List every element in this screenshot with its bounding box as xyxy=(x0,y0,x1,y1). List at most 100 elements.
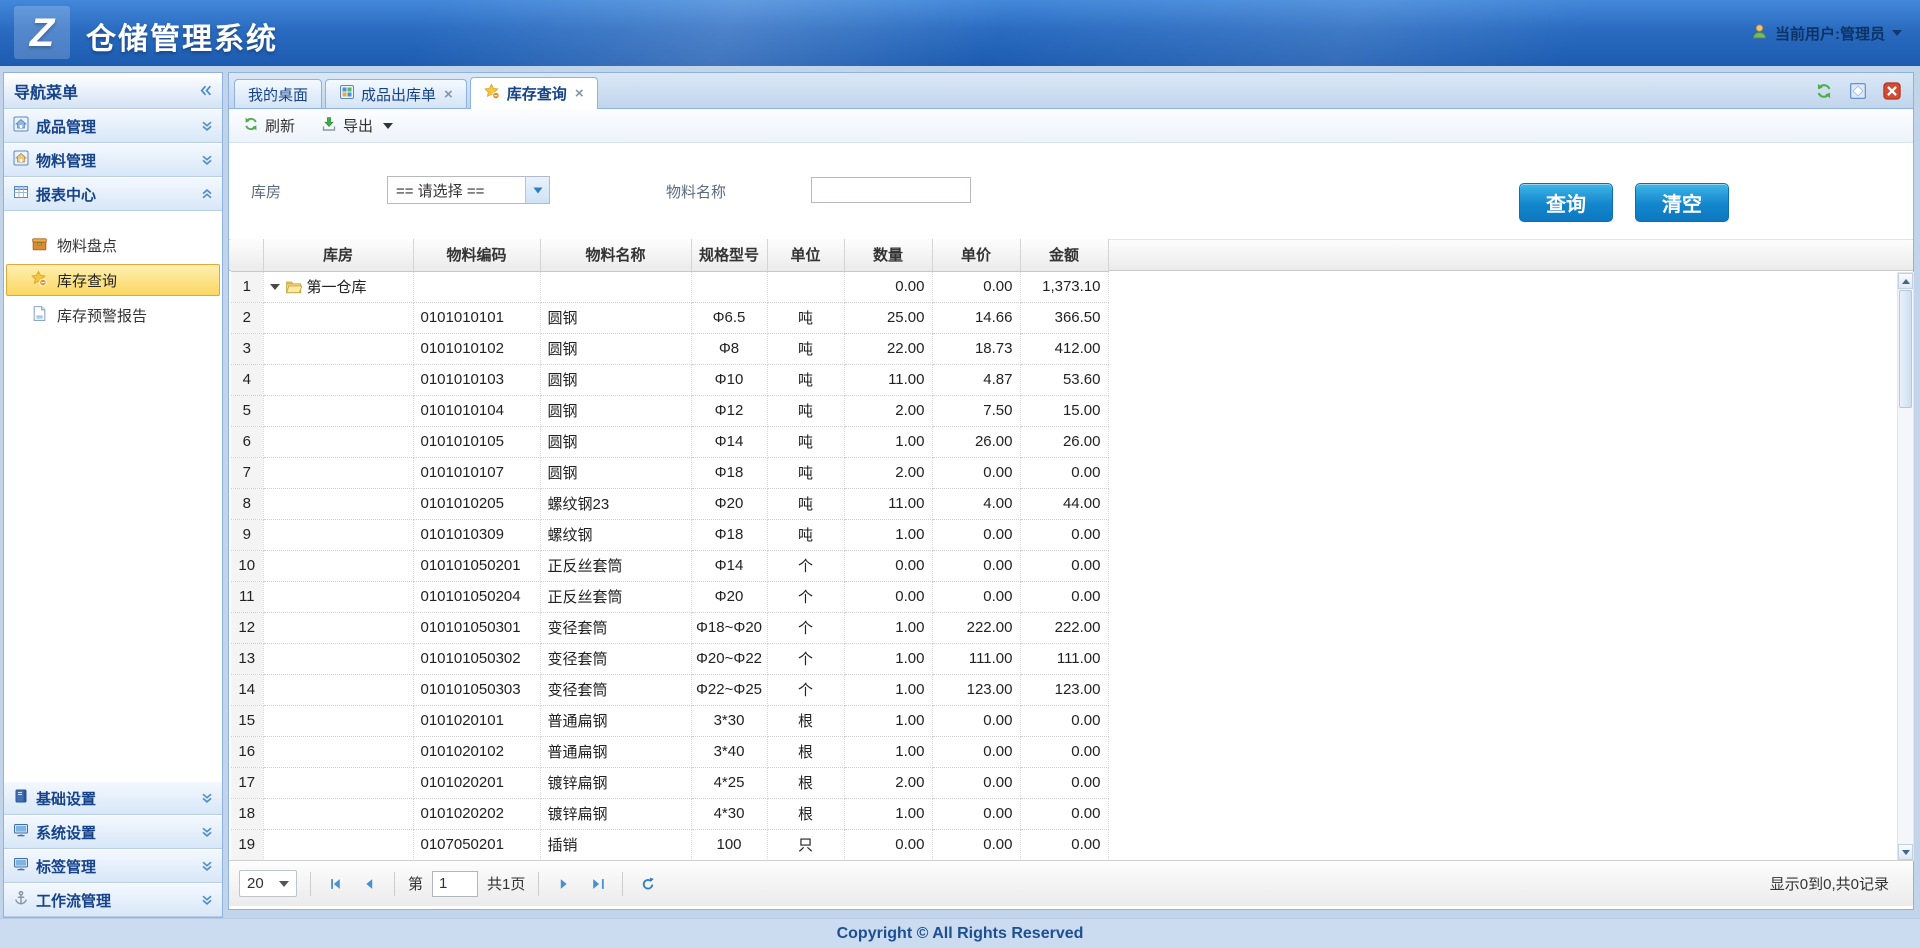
reload-page-icon[interactable] xyxy=(636,872,660,896)
col-amount[interactable]: 金额 xyxy=(1020,239,1108,271)
sidebar: 导航菜单 成品管理 物料管理 报表中心 物料盘点 库存查询 xyxy=(3,72,223,918)
sidebar-item-label: 报表中心 xyxy=(36,184,96,205)
table-header-row: 库房 物料编码 物料名称 规格型号 单位 数量 单价 金额 xyxy=(231,239,1108,271)
col-material-code[interactable]: 物料编码 xyxy=(413,239,540,271)
sidebar-item-stock-warning-report[interactable]: 库存预警报告 xyxy=(6,299,220,331)
amount-cell: 0.00 xyxy=(1020,736,1108,767)
table-row[interactable]: 12010101050301变径套筒Φ18~Φ20个1.00222.00222.… xyxy=(231,612,1108,643)
select-chevron-icon[interactable] xyxy=(525,177,549,203)
col-qty[interactable]: 数量 xyxy=(844,239,932,271)
tab-close-icon[interactable]: × xyxy=(444,86,453,103)
table-row[interactable]: 190107050201插销100只0.000.000.00 xyxy=(231,829,1108,860)
sidebar-item-report-center[interactable]: 报表中心 xyxy=(4,177,222,211)
table-row[interactable]: 170101020201镀锌扁钢4*25根2.000.000.00 xyxy=(231,767,1108,798)
table-row[interactable]: 11010101050204正反丝套筒Φ20个0.000.000.00 xyxy=(231,581,1108,612)
spec-cell: Φ14 xyxy=(691,550,767,581)
unit-cell: 吨 xyxy=(767,333,844,364)
close-icon[interactable] xyxy=(1882,81,1901,100)
sidebar-item-stock-query[interactable]: 库存查询 xyxy=(6,264,220,296)
row-number: 5 xyxy=(231,395,263,426)
scroll-up-icon[interactable] xyxy=(1898,273,1913,289)
col-spec[interactable]: 规格型号 xyxy=(691,239,767,271)
table-row[interactable]: 160101020102普通扁钢3*40根1.000.000.00 xyxy=(231,736,1108,767)
unit-cell: 吨 xyxy=(767,488,844,519)
table-row[interactable]: 40101010103圆钢Φ10吨11.004.8753.60 xyxy=(231,364,1108,395)
table-row[interactable]: 14010101050303变径套筒Φ22~Φ25个1.00123.00123.… xyxy=(231,674,1108,705)
spec-cell xyxy=(691,271,767,302)
sidebar-item-finished-goods[interactable]: 成品管理 xyxy=(4,109,222,143)
row-number: 18 xyxy=(231,798,263,829)
page-size-select[interactable]: 20 xyxy=(239,870,297,897)
table-row[interactable]: 70101010107圆钢Φ18吨2.000.000.00 xyxy=(231,457,1108,488)
table-row[interactable]: 60101010105圆钢Φ14吨1.0026.0026.00 xyxy=(231,426,1108,457)
col-price[interactable]: 单价 xyxy=(932,239,1020,271)
table-row[interactable]: 50101010104圆钢Φ12吨2.007.5015.00 xyxy=(231,395,1108,426)
sidebar-item-label-management[interactable]: 标签管理 xyxy=(4,849,222,883)
tree-expand-icon[interactable] xyxy=(270,284,280,290)
tab-my-desktop[interactable]: 我的桌面 xyxy=(234,79,322,108)
row-number: 15 xyxy=(231,705,263,736)
table-row[interactable]: 13010101050302变径套筒Φ20~Φ22个1.00111.00111.… xyxy=(231,643,1108,674)
table-row[interactable]: 80101010205螺纹钢23Φ20吨11.004.0044.00 xyxy=(231,488,1108,519)
first-page-button[interactable] xyxy=(324,872,348,896)
refresh-tab-icon[interactable] xyxy=(1814,81,1833,100)
maximize-icon[interactable] xyxy=(1848,81,1867,100)
table-row[interactable]: 10010101050201正反丝套筒Φ14个0.000.000.00 xyxy=(231,550,1108,581)
sidebar-collapse-icon[interactable] xyxy=(199,84,212,97)
sidebar-subitem-label: 库存预警报告 xyxy=(57,305,147,326)
col-rownum[interactable] xyxy=(231,239,263,271)
col-unit[interactable]: 单位 xyxy=(767,239,844,271)
table-row[interactable]: 1第一仓库0.000.001,373.10 xyxy=(231,271,1108,302)
amount-cell: 0.00 xyxy=(1020,829,1108,860)
price-cell: 26.00 xyxy=(932,426,1020,457)
row-number: 6 xyxy=(231,426,263,457)
tab-close-icon[interactable]: × xyxy=(575,85,584,102)
material-code-cell: 010101050204 xyxy=(413,581,540,612)
page-number-input[interactable] xyxy=(432,871,478,897)
table-row[interactable]: 150101020101普通扁钢3*30根1.000.000.00 xyxy=(231,705,1108,736)
refresh-button[interactable]: 刷新 xyxy=(243,115,295,136)
unit-cell: 根 xyxy=(767,767,844,798)
col-warehouse[interactable]: 库房 xyxy=(263,239,413,271)
export-button[interactable]: 导出 xyxy=(321,115,393,136)
table-row[interactable]: 30101010102圆钢Φ8吨22.0018.73412.00 xyxy=(231,333,1108,364)
sidebar-item-system-settings[interactable]: 系统设置 xyxy=(4,815,222,849)
spec-cell: Φ18 xyxy=(691,457,767,488)
table-row[interactable]: 20101010101圆钢Φ6.5吨25.0014.66366.50 xyxy=(231,302,1108,333)
vertical-scrollbar[interactable] xyxy=(1897,272,1914,861)
sidebar-item-basic-settings[interactable]: 基础设置 xyxy=(4,781,222,815)
col-material-name[interactable]: 物料名称 xyxy=(540,239,691,271)
table-row[interactable]: 90101010309螺纹钢Φ18吨1.000.000.00 xyxy=(231,519,1108,550)
query-button[interactable]: 查询 xyxy=(1519,183,1613,222)
row-number: 8 xyxy=(231,488,263,519)
last-page-button[interactable] xyxy=(585,872,609,896)
tab-finished-goods-outbound[interactable]: 成品出库单 × xyxy=(325,79,467,108)
sidebar-item-label: 工作流管理 xyxy=(36,890,111,911)
scroll-down-icon[interactable] xyxy=(1898,844,1913,860)
tab-stock-query[interactable]: 库存查询 × xyxy=(470,77,598,109)
clear-button[interactable]: 清空 xyxy=(1635,183,1729,222)
material-name-input[interactable] xyxy=(811,177,971,203)
sidebar-item-workflow-management[interactable]: 工作流管理 xyxy=(4,883,222,917)
qty-cell: 2.00 xyxy=(844,767,932,798)
warehouse-cell xyxy=(263,364,413,395)
next-page-button[interactable] xyxy=(552,872,576,896)
prev-page-button[interactable] xyxy=(357,872,381,896)
sidebar-item-material-inventory[interactable]: 物料盘点 xyxy=(6,229,220,261)
qty-cell: 2.00 xyxy=(844,395,932,426)
qty-cell: 0.00 xyxy=(844,581,932,612)
monitor-icon xyxy=(13,856,29,876)
spec-cell: Φ22~Φ25 xyxy=(691,674,767,705)
user-menu[interactable]: 当前用户:管理员 xyxy=(1751,0,1902,66)
spec-cell: 3*30 xyxy=(691,705,767,736)
logo-letter: Z xyxy=(30,13,54,53)
scrollbar-thumb[interactable] xyxy=(1899,290,1912,408)
warehouse-select[interactable]: == 请选择 == xyxy=(387,176,550,204)
row-number: 9 xyxy=(231,519,263,550)
spec-cell: Φ20~Φ22 xyxy=(691,643,767,674)
table-row[interactable]: 180101020202镀锌扁钢4*30根1.000.000.00 xyxy=(231,798,1108,829)
sidebar-item-materials[interactable]: 物料管理 xyxy=(4,143,222,177)
material-name-cell: 圆钢 xyxy=(540,364,691,395)
warehouse-label: 库房 xyxy=(251,181,281,202)
report-icon xyxy=(13,184,29,204)
